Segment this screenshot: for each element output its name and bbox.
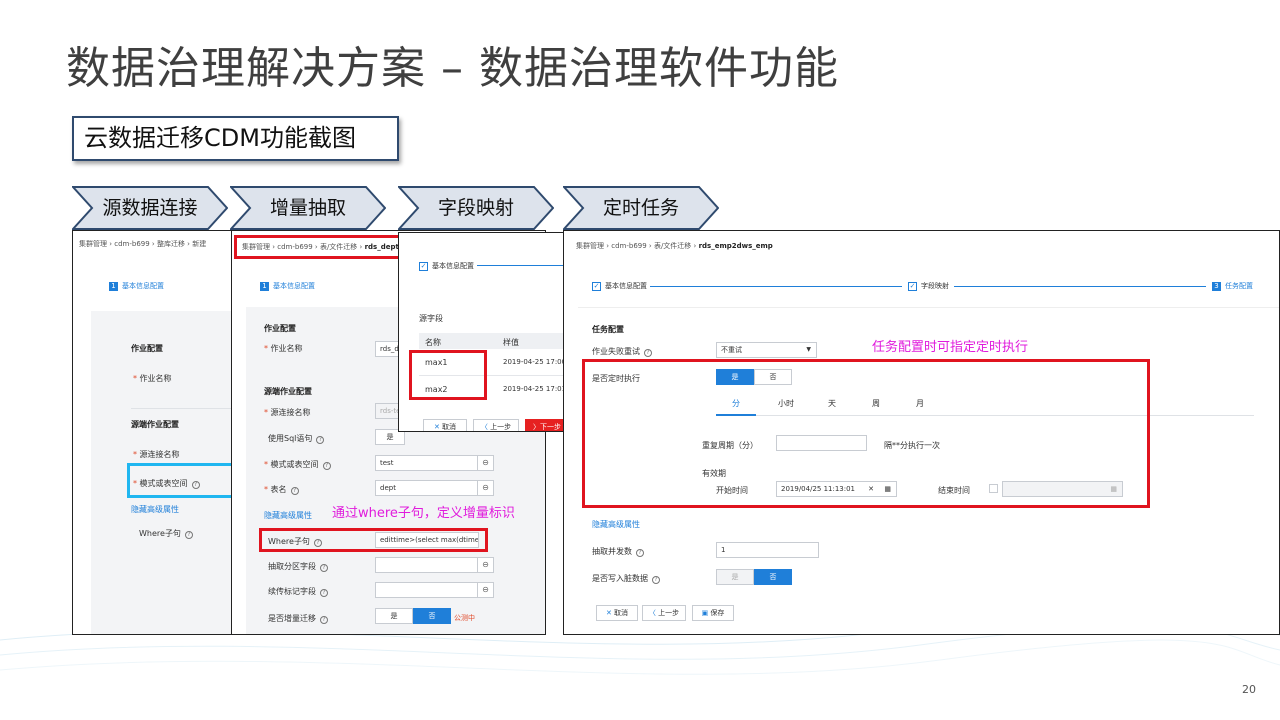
- incremental-label: 是否增量迁移?: [268, 613, 328, 624]
- step-1: ✓ 基本信息配置: [592, 282, 647, 291]
- hide-advanced-link[interactable]: 隐藏高级属性: [131, 504, 179, 515]
- fields-highlight: [409, 350, 487, 400]
- breadcrumb-highlight: [234, 235, 404, 259]
- help-icon: ?: [290, 487, 299, 495]
- help-icon: ?: [184, 531, 193, 539]
- help-icon: ?: [644, 349, 652, 357]
- cancel-button[interactable]: ✕ 取消: [423, 419, 467, 431]
- section-source: 源端作业配置: [131, 420, 179, 429]
- select-icon: ⊖: [477, 456, 493, 470]
- source-fields-label: 源字段: [419, 314, 443, 323]
- resume-label: 续传标记字段?: [268, 586, 328, 597]
- concurrency-input[interactable]: 1: [716, 542, 819, 558]
- breadcrumb: 集群管理 › cdm-b699 › 表/文件迁移 › rds_emp2dws_e…: [576, 242, 773, 250]
- hide-advanced-link[interactable]: 隐藏高级属性: [592, 519, 640, 530]
- schema-label: * 模式或表空间?: [264, 459, 331, 470]
- dirty-no[interactable]: 否: [754, 569, 792, 585]
- page-number: 20: [1242, 683, 1256, 696]
- step-indicator: 1 基本信息配置: [109, 281, 164, 291]
- chevron-down-icon: ▼: [806, 346, 811, 353]
- section-job: 作业配置: [264, 324, 296, 333]
- check-icon: ✓: [419, 262, 428, 271]
- cancel-button[interactable]: ✕ 取消: [596, 605, 638, 621]
- step-chevron-3: 字段映射: [398, 186, 554, 230]
- step-chevron-1: 源数据连接: [72, 186, 228, 230]
- panel-scheduled-task: 集群管理 › cdm-b699 › 表/文件迁移 › rds_emp2dws_e…: [563, 230, 1280, 635]
- dirty-data-label: 是否写入脏数据?: [592, 573, 660, 584]
- prev-button[interactable]: 〈 上一步: [473, 419, 519, 431]
- annotation-schedule: 任务配置时可指定定时执行: [872, 340, 1029, 355]
- table-label: * 表名?: [264, 484, 299, 495]
- subtitle-box: 云数据迁移CDM功能截图: [72, 116, 399, 161]
- select-icon: ⊖: [477, 558, 493, 572]
- prev-button[interactable]: 〈 上一步: [642, 605, 686, 621]
- schema-input[interactable]: test ⊖: [375, 455, 494, 471]
- source-link-label: * 源连接名称: [264, 408, 311, 417]
- table-header: [419, 333, 567, 349]
- help-icon: ?: [320, 589, 328, 597]
- step-label-1: 源数据连接: [102, 197, 198, 219]
- step-label-3: 字段映射: [437, 197, 514, 219]
- help-icon: ?: [316, 436, 325, 444]
- step-indicator: 1 基本信息配置: [260, 281, 315, 291]
- panel-field-mapping: ✓ 基本信息配置 源字段 名称 样值 max1 2019-04-25 17:00:…: [398, 232, 568, 432]
- slide-title: 数据治理解决方案 – 数据治理软件功能: [66, 43, 839, 94]
- col-name-header: 名称: [425, 338, 441, 347]
- help-icon: ?: [652, 576, 660, 584]
- partition-label: 抽取分区字段?: [268, 561, 328, 572]
- help-icon: ?: [320, 564, 328, 572]
- step-chevron-2: 增量抽取: [230, 186, 386, 230]
- step-chevrons: 源数据连接 增量抽取 字段映射 定时任务: [0, 186, 1280, 230]
- schema-highlight: [127, 463, 241, 498]
- col-sample-header: 样值: [503, 338, 519, 347]
- step-label-2: 增量抽取: [269, 197, 346, 219]
- source-link-label: * 源连接名称: [133, 450, 180, 459]
- save-button[interactable]: ▣ 保存: [692, 605, 734, 621]
- retry-select[interactable]: 不重试 ▼: [716, 342, 817, 358]
- schedule-highlight: [582, 359, 1150, 508]
- next-button[interactable]: 〉下一步: [525, 419, 567, 431]
- where-highlight: [259, 528, 488, 552]
- incremental-yes[interactable]: 是: [375, 608, 413, 624]
- table-input[interactable]: dept ⊖: [375, 480, 494, 496]
- step-2: ✓ 字段映射: [908, 282, 949, 291]
- use-sql-label: 使用Sql语句?: [268, 433, 325, 444]
- job-name-label: * 作业名称: [264, 344, 303, 353]
- step-label-4: 定时任务: [602, 197, 679, 219]
- select-icon: ⊖: [477, 481, 493, 495]
- partition-input[interactable]: ⊖: [375, 557, 494, 573]
- section-task: 任务配置: [592, 325, 624, 334]
- dirty-yes[interactable]: 是: [716, 569, 754, 585]
- section-job: 作业配置: [131, 344, 163, 353]
- step-indicator: ✓ 基本信息配置: [419, 262, 474, 271]
- row-sample: 2019-04-25 17:01:: [503, 385, 568, 393]
- incremental-no[interactable]: 否: [413, 608, 451, 624]
- help-icon: ?: [320, 616, 328, 624]
- concurrency-label: 抽取并发数?: [592, 546, 644, 557]
- breadcrumb: 集群管理 › cdm-b699 › 整库迁移 › 新建: [79, 240, 207, 248]
- resume-input[interactable]: ⊖: [375, 582, 494, 598]
- check-icon: ✓: [592, 282, 601, 291]
- row-sample: 2019-04-25 17:00:: [503, 358, 568, 366]
- hide-advanced-link[interactable]: 隐藏高级属性: [264, 510, 312, 521]
- select-icon: ⊖: [477, 583, 493, 597]
- annotation-where: 通过where子句，定义增量标识: [332, 506, 515, 521]
- job-name-label: * 作业名称: [133, 374, 172, 383]
- public-beta-badge: 公测中: [454, 614, 475, 622]
- check-icon: ✓: [908, 282, 917, 291]
- where-label: Where子句?: [139, 528, 193, 539]
- help-icon: ?: [322, 462, 331, 470]
- step-chevron-4: 定时任务: [563, 186, 719, 230]
- panel-source-connection: 集群管理 › cdm-b699 › 整库迁移 › 新建 1 基本信息配置 作业配置…: [72, 230, 242, 635]
- retry-label: 作业失败重试?: [592, 346, 652, 357]
- help-icon: ?: [636, 549, 644, 557]
- step-3: 3 任务配置: [1212, 281, 1253, 291]
- section-source: 源端作业配置: [264, 387, 312, 396]
